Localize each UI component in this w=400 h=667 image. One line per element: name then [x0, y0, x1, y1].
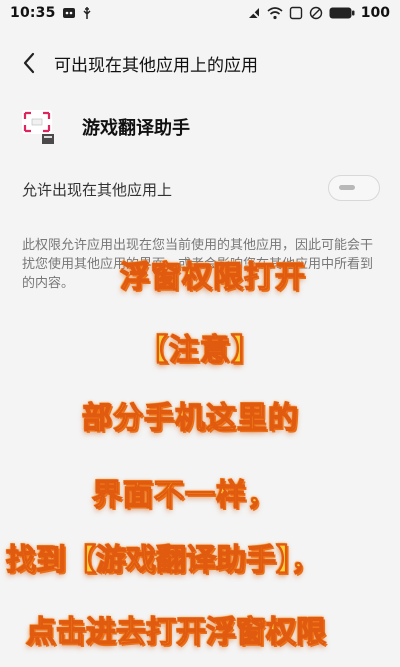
overlay-line-2: 【注意】 — [137, 332, 262, 368]
battery-icon — [329, 7, 355, 19]
usb-icon — [82, 6, 92, 20]
page-title: 可出现在其他应用上的应用 — [54, 55, 258, 76]
wifi-icon — [267, 6, 283, 20]
no-sim-icon — [309, 6, 323, 20]
app-row: 游戏翻译助手 — [0, 104, 400, 150]
overlay-line-6: 点击进去打开浮窗权限 — [25, 614, 326, 650]
permission-description: 此权限允许应用出现在您当前使用的其他应用，因此可能会干扰您使用其他应用的界面，或… — [22, 238, 374, 291]
overlay-permission-toggle[interactable] — [328, 175, 380, 201]
permission-label: 允许出现在其他应用上 — [22, 180, 173, 199]
app-notification-icon — [62, 7, 76, 19]
app-name: 游戏翻译助手 — [82, 118, 190, 139]
battery-level: 100 — [360, 5, 390, 21]
status-left: 10:35 — [10, 5, 92, 21]
toggle-knob — [339, 185, 355, 190]
overlay-line-3: 部分手机这里的 — [81, 400, 299, 436]
app-icon — [22, 110, 56, 144]
chevron-left-icon — [23, 52, 35, 74]
status-time: 10:35 — [10, 5, 56, 21]
page-header: 可出现在其他应用上的应用 — [0, 44, 400, 82]
status-bar: 10:35 100 — [0, 0, 400, 26]
status-right: 100 — [247, 5, 390, 21]
permission-row[interactable]: 允许出现在其他应用上 — [0, 172, 400, 206]
instruction-overlay: 浮窗权限打开 【注意】 部分手机这里的 界面不一样， 找到【游戏翻译助手】， 点… — [0, 0, 400, 667]
overlay-line-5: 找到【游戏翻译助手】， — [5, 542, 321, 578]
no-signal-icon — [247, 6, 261, 20]
screen-record-icon — [289, 6, 303, 20]
back-button[interactable] — [14, 48, 44, 78]
overlay-line-4: 界面不一样， — [91, 477, 278, 513]
